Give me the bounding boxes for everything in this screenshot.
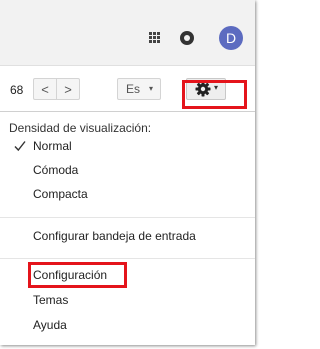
- chevron-right-icon: >: [64, 82, 72, 97]
- menu-item-help[interactable]: Ayuda: [0, 318, 255, 338]
- menu-item-comoda[interactable]: Cómoda: [0, 163, 255, 183]
- next-page-button[interactable]: >: [56, 78, 80, 100]
- settings-menu: Densidad de visualización: Normal Cómoda…: [0, 111, 255, 345]
- menu-item-normal[interactable]: Normal: [0, 139, 255, 159]
- page-count: 68: [10, 83, 24, 97]
- menu-divider: [0, 258, 255, 259]
- settings-highlight-box: [182, 80, 247, 109]
- menu-item-compacta[interactable]: Compacta: [0, 187, 255, 207]
- previous-page-button[interactable]: <: [33, 78, 57, 100]
- menu-item-configure-inbox[interactable]: Configurar bandeja de entrada: [0, 229, 255, 249]
- menu-divider: [0, 217, 255, 218]
- app-window: D 68 < > Es ▾ ▾ Densidad de visualizació…: [0, 0, 255, 345]
- caret-down-icon: ▾: [149, 84, 154, 93]
- language-label: Es: [126, 82, 141, 96]
- top-header: D: [0, 0, 255, 65]
- chevron-left-icon: <: [41, 82, 49, 97]
- settings-item-highlight-box: [28, 262, 127, 288]
- menu-item-themes[interactable]: Temas: [0, 293, 255, 313]
- notifications-icon[interactable]: [180, 31, 194, 45]
- language-button[interactable]: Es ▾: [117, 78, 161, 100]
- avatar[interactable]: D: [219, 26, 243, 50]
- apps-grid-icon[interactable]: [149, 32, 160, 43]
